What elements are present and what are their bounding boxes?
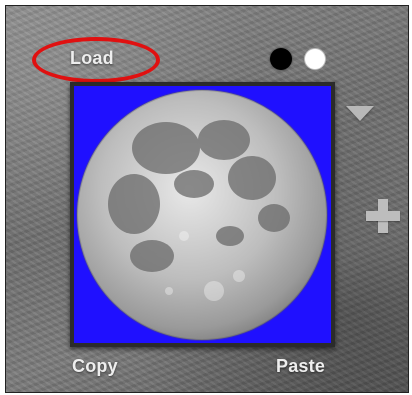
highlight-annotation xyxy=(32,37,160,83)
moon-image xyxy=(76,89,328,341)
black-swatch[interactable] xyxy=(270,48,292,70)
image-frame[interactable] xyxy=(70,82,335,347)
white-swatch[interactable] xyxy=(304,48,326,70)
copy-button[interactable]: Copy xyxy=(72,356,118,377)
triangle-down-icon[interactable] xyxy=(346,106,374,121)
image-canvas[interactable] xyxy=(74,86,331,343)
paste-button[interactable]: Paste xyxy=(276,356,325,377)
plus-icon[interactable] xyxy=(366,199,400,233)
image-panel-container: Load Copy Paste xyxy=(5,5,409,393)
